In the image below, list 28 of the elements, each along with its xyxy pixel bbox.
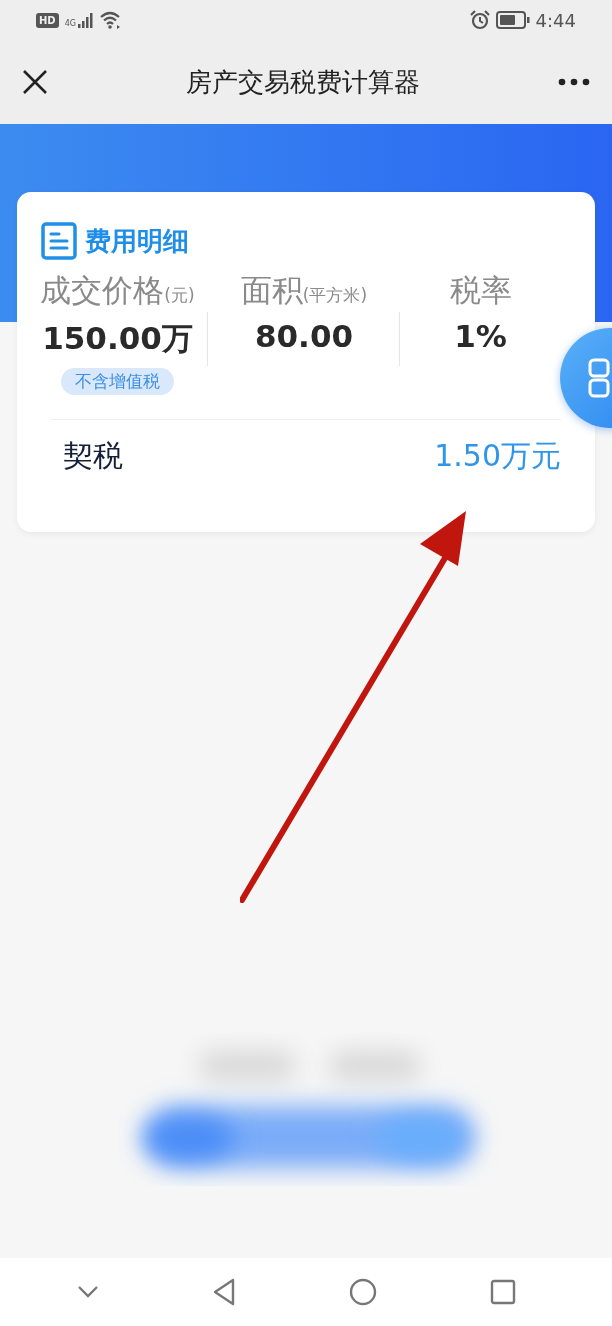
metric-value: 150.00万	[42, 319, 193, 358]
clock-time: 4:44	[535, 9, 576, 31]
signal-icon	[77, 12, 94, 28]
grid-icon	[588, 358, 610, 398]
metric-label: 税率	[449, 271, 512, 310]
card-title: 费用明细	[85, 224, 189, 258]
metric-unit: (平方米)	[302, 285, 368, 307]
tax-tag: 不含增值税	[61, 368, 174, 395]
page-title: 房产交易税费计算器	[186, 65, 420, 99]
alarm-icon	[469, 10, 490, 30]
hd-badge: HD	[36, 12, 59, 28]
network-type: 4G	[64, 19, 76, 28]
document-icon	[41, 222, 77, 260]
result-value: 1.50万元	[434, 437, 561, 475]
chevron-down-icon[interactable]	[76, 1285, 99, 1299]
metric-label: 面积	[240, 271, 303, 310]
more-icon[interactable]	[558, 78, 590, 86]
result-label: 契税	[63, 437, 123, 475]
home-icon[interactable]	[348, 1278, 377, 1306]
wifi-icon	[99, 11, 122, 29]
metric-label: 成交价格	[40, 271, 165, 310]
close-icon[interactable]	[22, 69, 48, 95]
recents-icon[interactable]	[489, 1279, 516, 1305]
back-icon[interactable]	[211, 1278, 236, 1306]
metric-value: 1%	[454, 318, 507, 354]
metric-value: 80.00	[254, 318, 354, 354]
metric-unit: (元)	[164, 284, 195, 307]
battery-icon	[495, 11, 530, 29]
